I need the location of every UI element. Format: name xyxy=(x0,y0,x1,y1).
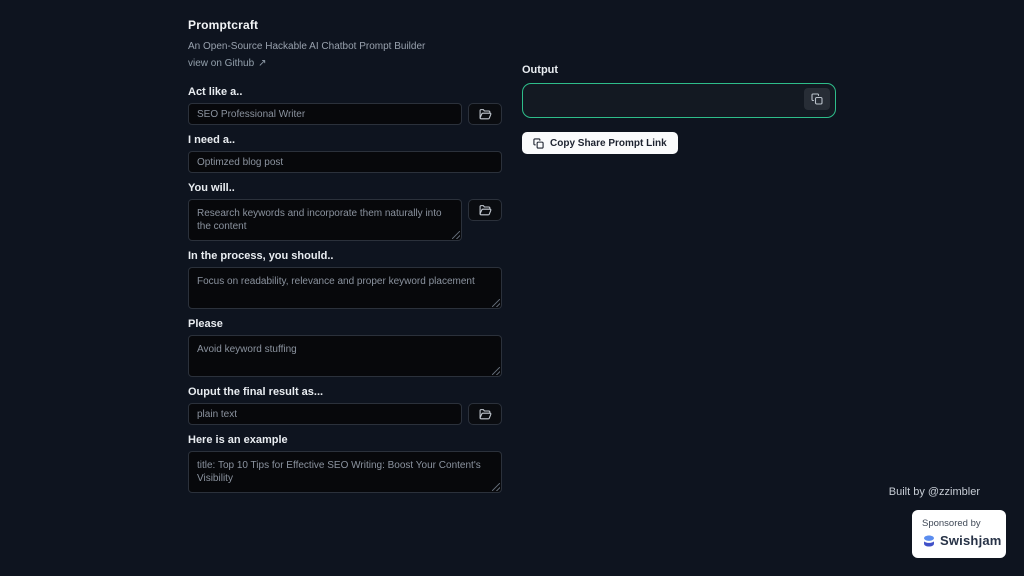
output-panel: Output Copy Share Prompt Link xyxy=(522,64,836,154)
field-label: You will.. xyxy=(188,182,235,194)
sponsored-by-label: Sponsored by xyxy=(922,518,981,529)
field-row-in-the-process: In the process, you should.. Focus on re… xyxy=(188,250,502,309)
field-label: Here is an example xyxy=(188,434,288,446)
field-row-you-will: You will.. Research keywords and incorpo… xyxy=(188,182,502,241)
arrow-up-right-icon: ↗ xyxy=(258,58,267,69)
output-text xyxy=(531,90,799,113)
output-format-input[interactable] xyxy=(188,403,462,425)
page-subtitle: An Open-Source Hackable AI Chatbot Promp… xyxy=(188,41,426,52)
swishjam-logo-icon xyxy=(922,534,936,548)
you-will-presets-button[interactable] xyxy=(468,199,502,221)
in-the-process-textarea[interactable]: Focus on readability, relevance and prop… xyxy=(188,267,502,309)
built-by-credit: Built by @zzimbler xyxy=(888,486,980,498)
act-like-a-presets-button[interactable] xyxy=(468,103,502,125)
field-label: I need a.. xyxy=(188,134,236,146)
field-row-output-final-result: Ouput the final result as... xyxy=(188,386,502,425)
folder-open-icon xyxy=(479,408,492,421)
please-textarea[interactable]: Avoid keyword stuffing xyxy=(188,335,502,377)
field-row-i-need-a: I need a.. xyxy=(188,134,502,173)
github-link-label: view on Github xyxy=(188,58,255,69)
copy-icon xyxy=(811,93,823,105)
github-link[interactable]: view on Github ↗ xyxy=(188,58,267,69)
page-title: Promptcraft xyxy=(188,18,259,32)
i-need-a-input[interactable] xyxy=(188,151,502,173)
copy-share-prompt-link-button[interactable]: Copy Share Prompt Link xyxy=(522,132,678,154)
field-label: Please xyxy=(188,318,223,330)
output-format-presets-button[interactable] xyxy=(468,403,502,425)
field-label: In the process, you should.. xyxy=(188,250,334,262)
field-row-example: Here is an example title: Top 10 Tips fo… xyxy=(188,434,502,493)
output-box xyxy=(522,83,836,118)
sponsor-card[interactable]: Sponsored by Swishjam xyxy=(912,510,1006,558)
sponsor-name: Swishjam xyxy=(940,533,1002,548)
field-row-please: Please Avoid keyword stuffing xyxy=(188,318,502,377)
prompt-builder-form: Act like a.. I need a.. You will.. xyxy=(188,86,502,493)
act-like-a-input[interactable] xyxy=(188,103,462,125)
you-will-textarea[interactable]: Research keywords and incorporate them n… xyxy=(188,199,462,241)
example-textarea[interactable]: title: Top 10 Tips for Effective SEO Wri… xyxy=(188,451,502,493)
copy-output-button[interactable] xyxy=(804,88,830,110)
field-label: Ouput the final result as... xyxy=(188,386,324,398)
folder-open-icon xyxy=(479,204,492,217)
copy-icon xyxy=(533,137,544,149)
main-panel: Promptcraft An Open-Source Hackable AI C… xyxy=(188,18,502,502)
folder-open-icon xyxy=(479,108,492,121)
output-label: Output xyxy=(522,64,559,76)
copy-share-label: Copy Share Prompt Link xyxy=(550,137,667,149)
field-row-act-like-a: Act like a.. xyxy=(188,86,502,125)
field-label: Act like a.. xyxy=(188,86,243,98)
